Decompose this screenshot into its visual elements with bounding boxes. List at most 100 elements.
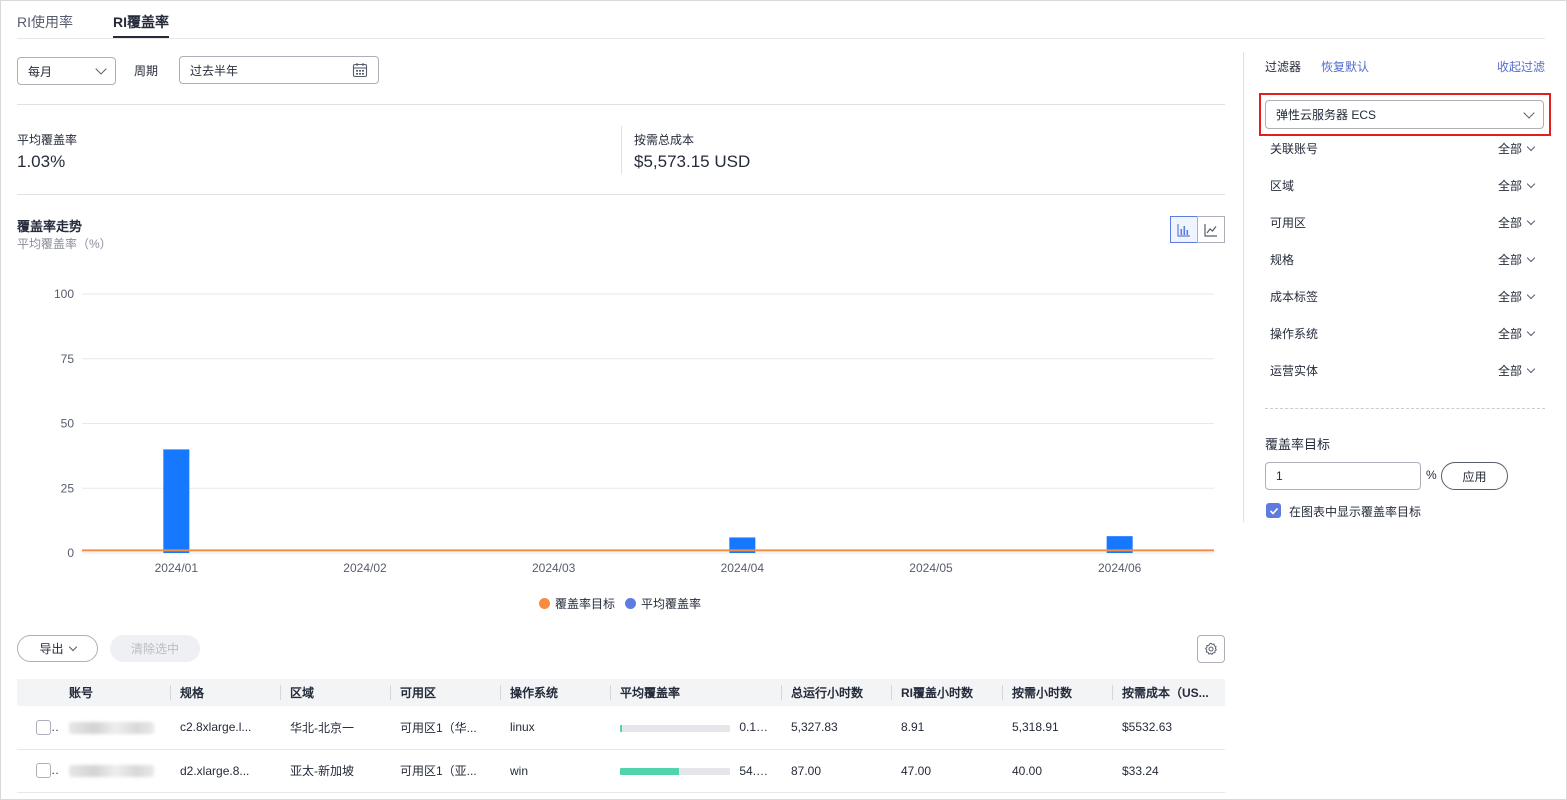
legend-dot [539, 598, 550, 609]
filter-value: 全部 [1498, 325, 1536, 342]
line-chart-toggle[interactable] [1197, 216, 1225, 243]
export-button[interactable]: 导出 [17, 635, 98, 662]
table-row[interactable]: c2.8xlarge.l... 华北-北京一 可用区1（华... linux 0… [17, 706, 1225, 750]
chevron-down-icon [1526, 327, 1536, 336]
cost-cell: $5532.63 [1112, 706, 1225, 750]
column-header[interactable]: 账号 [59, 679, 170, 706]
filter-value: 全部 [1497, 214, 1536, 231]
coverage-value: 0.16% [739, 720, 774, 735]
filter-label: 可用区 [1270, 215, 1307, 230]
column-header[interactable]: 平均覆盖率 [610, 679, 781, 706]
filter-label: 成本标签 [1270, 289, 1319, 304]
x-tick-label: 2024/04 [721, 561, 765, 575]
tab-ri-coverage[interactable]: RI覆盖率 [113, 12, 169, 32]
target-input[interactable]: 1 [1265, 462, 1421, 490]
coverage-trend-chart: 0 25 50 75 100 2024/01 2024/02 2024/03 2024/04 20… [54, 287, 1214, 575]
gear-icon [1204, 642, 1217, 655]
chevron-down-icon [1523, 106, 1535, 119]
legend-item-avg-coverage[interactable]: 平均覆盖率 [625, 595, 701, 612]
filters-title: 过滤器 [1265, 60, 1302, 74]
filter-value-text: 全部 [1497, 363, 1522, 378]
period-label: 周期 [134, 64, 159, 78]
row-checkbox[interactable] [36, 763, 51, 779]
column-header[interactable]: 可用区 [390, 679, 500, 706]
filter-item[interactable]: 操作系统 全部 [1270, 323, 1536, 343]
show-target-label: 在图表中显示覆盖率目标 [1289, 505, 1422, 519]
row-checkbox[interactable] [36, 719, 51, 735]
legend-label: 覆盖率目标 [555, 597, 616, 611]
legend-dot [625, 598, 637, 609]
column-header[interactable]: 总运行小时数 [781, 679, 891, 706]
cost-cell: $33.24 [1112, 749, 1225, 793]
column-header[interactable]: 区域 [280, 679, 390, 706]
target-unit: % [1426, 468, 1437, 482]
panel-divider [1243, 52, 1244, 522]
table-row[interactable]: d2.xlarge.8... 亚太-新加坡 可用区1（亚... win 54.0… [17, 749, 1225, 793]
coverage-progress [620, 724, 730, 732]
column-header[interactable]: 规格 [170, 679, 280, 706]
ondemand-hours-cell: 5,318.91 [1002, 706, 1112, 750]
filter-value-text: 全部 [1497, 289, 1522, 304]
chevron-down-icon [1526, 216, 1536, 225]
period-picker[interactable]: 过去半年 [179, 56, 379, 84]
filter-label: 操作系统 [1270, 326, 1319, 341]
total-hours-cell: 87.00 [781, 749, 891, 793]
show-target-checkbox[interactable] [1266, 503, 1281, 518]
filter-label: 关联账号 [1270, 141, 1319, 156]
filter-item[interactable]: 规格 全部 [1270, 249, 1536, 269]
bar-chart-toggle[interactable] [1170, 216, 1198, 243]
filter-value-text: 全部 [1497, 178, 1522, 193]
clear-selection-button[interactable]: 清除选中 [110, 635, 200, 662]
divider [17, 104, 1225, 105]
column-header[interactable]: RI覆盖小时数 [891, 679, 1002, 706]
tab-ri-utilization[interactable]: RI使用率 [17, 12, 73, 32]
filter-item[interactable]: 区域 全部 [1270, 175, 1536, 195]
filter-label: 运营实体 [1270, 363, 1319, 378]
tabs-divider [17, 38, 1545, 39]
filter-label: 区域 [1270, 178, 1295, 193]
region-cell: 亚太-新加坡 [280, 749, 390, 793]
column-header[interactable]: 操作系统 [500, 679, 610, 706]
chevron-down-icon [1526, 364, 1536, 373]
filter-item[interactable]: 可用区 全部 [1270, 212, 1536, 232]
ondemand-hours-cell: 40.00 [1002, 749, 1112, 793]
reset-filters-link[interactable]: 恢复默认 [1321, 58, 1369, 75]
avg-coverage-label: 平均覆盖率 [17, 133, 78, 147]
period-value: 过去半年 [190, 63, 239, 78]
filter-value: 全部 [1497, 251, 1536, 268]
service-select[interactable]: 弹性云服务器 ECS [1265, 100, 1544, 129]
granularity-select[interactable]: 每月 [17, 57, 116, 85]
apply-button[interactable]: 应用 [1441, 462, 1508, 490]
filter-item[interactable]: 成本标签 全部 [1270, 286, 1536, 306]
legend-label: 平均覆盖率 [641, 597, 702, 611]
spec-cell: d2.xlarge.8... [170, 749, 280, 793]
legend-item-target[interactable]: 覆盖率目标 [539, 595, 615, 612]
coverage-value: 54.02% [739, 763, 781, 778]
ri-hours-cell: 8.91 [891, 706, 1002, 750]
filter-value: 全部 [1497, 140, 1536, 157]
column-header[interactable]: 按需小时数 [1002, 679, 1112, 706]
y-tick-label: 0 [67, 546, 74, 560]
az-cell: 可用区1（亚... [390, 749, 500, 793]
chevron-down-icon [1526, 290, 1536, 299]
filter-value-text: 全部 [1497, 141, 1522, 156]
coverage-progress-fill [620, 724, 622, 732]
coverage-cell: 54.02% [610, 749, 781, 793]
checkmark-icon [1269, 507, 1278, 515]
column-header[interactable]: 按需成本（US... [1112, 679, 1225, 706]
select-column-header [17, 679, 59, 706]
filter-item[interactable]: 关联账号 全部 [1270, 138, 1536, 158]
filter-value-text: 全部 [1497, 215, 1522, 230]
filter-value-text: 全部 [1497, 252, 1522, 267]
calendar-icon [352, 63, 368, 78]
filter-label: 规格 [1270, 252, 1295, 267]
coverage-cell: 0.16% [610, 706, 781, 750]
chevron-down-icon [1526, 179, 1536, 188]
chevron-down-icon [95, 63, 107, 75]
avg-coverage-value: 1.03% [17, 152, 66, 171]
table-settings-button[interactable] [1197, 635, 1225, 663]
filter-item[interactable]: 运营实体 全部 [1270, 360, 1536, 380]
collapse-filters-link[interactable]: 收起过滤 [1497, 58, 1545, 75]
redacted-account [69, 722, 154, 735]
spec-cell: c2.8xlarge.l... [170, 706, 280, 750]
